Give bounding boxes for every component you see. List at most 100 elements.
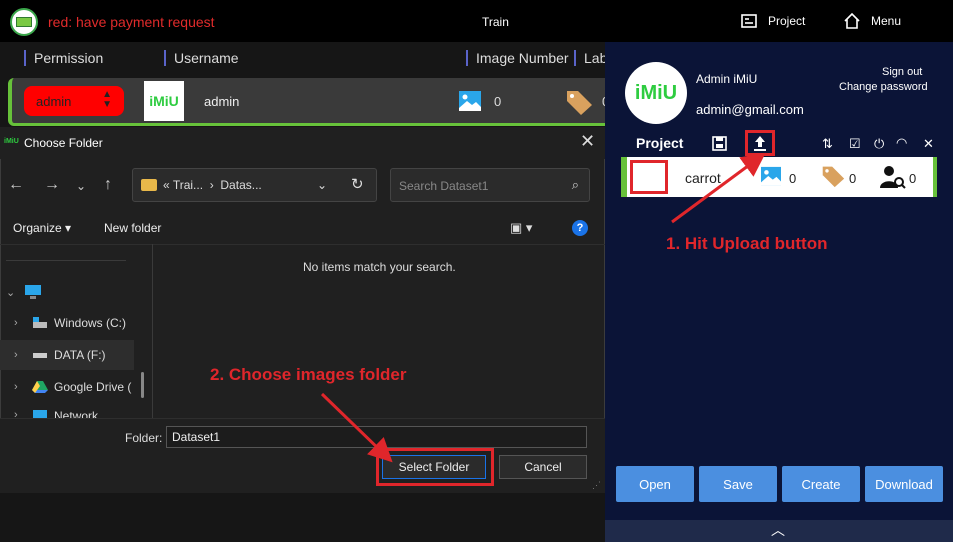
user-avatar: iMiU xyxy=(144,81,184,121)
column-username[interactable]: Username xyxy=(164,50,239,66)
search-placeholder: Search Dataset1 xyxy=(399,179,489,193)
image-icon xyxy=(761,166,781,186)
nav-menu[interactable]: Menu xyxy=(843,12,901,30)
refresh-icon[interactable]: ↻ xyxy=(351,175,364,193)
dialog-app-icon: iMiU xyxy=(4,138,19,145)
expand-chevron-icon: ⌄ xyxy=(6,286,16,299)
column-label[interactable]: Lab xyxy=(574,50,607,66)
tree-label-windows: Windows (C:) xyxy=(54,316,127,330)
sync-icon[interactable]: ⇅ xyxy=(822,136,833,152)
nav-project[interactable]: Project xyxy=(740,12,805,30)
folder-label: Folder: xyxy=(125,431,163,445)
annotation-step-1: 1. Hit Upload button xyxy=(666,234,828,253)
permission-select[interactable]: admin ▲ ▼ xyxy=(24,86,124,116)
tree-label-network: Network xyxy=(54,409,99,418)
project-select-checkbox[interactable] xyxy=(630,160,668,194)
checkbox-icon[interactable]: ☑ xyxy=(849,136,861,152)
breadcrumb-2[interactable]: Datas... xyxy=(220,178,261,192)
save-button[interactable]: Save xyxy=(699,466,777,502)
tree-item-data-f[interactable]: › DATA (F:) xyxy=(14,348,106,362)
forward-arrow-icon[interactable]: → xyxy=(44,176,60,194)
profile-name: Admin iMiU xyxy=(696,72,758,86)
google-drive-icon xyxy=(32,381,48,393)
tree-item-windows-c[interactable]: › Windows (C:) xyxy=(14,316,126,330)
project-name: carrot xyxy=(685,170,721,186)
help-icon[interactable]: ? xyxy=(572,220,588,236)
money-icon xyxy=(16,17,32,27)
change-password-link[interactable]: Change password xyxy=(839,81,928,93)
select-folder-highlight-box xyxy=(376,448,494,486)
sign-out-link[interactable]: Sign out xyxy=(882,66,922,78)
search-icon: ⌕ xyxy=(571,177,579,192)
tree-label-google-drive: Google Drive ( xyxy=(54,380,132,394)
chevron-up-icon[interactable]: ︿ xyxy=(771,520,785,540)
save-icon[interactable] xyxy=(712,136,727,151)
permission-value: admin xyxy=(36,93,72,109)
up-down-icon: ▲ ▼ xyxy=(102,89,112,110)
mode-title: Train xyxy=(482,15,509,29)
address-bar[interactable]: « Trai... › Datas... ⌄ ↻ xyxy=(132,168,377,202)
network-icon xyxy=(33,410,47,418)
collapse-chevron-icon: › xyxy=(14,381,18,393)
collapse-chevron-icon: › xyxy=(14,317,18,329)
folder-icon xyxy=(141,179,157,191)
row-image-count: 0 xyxy=(494,94,502,109)
project-section-title: Project xyxy=(636,135,684,151)
computer-icon xyxy=(25,285,41,299)
dialog-title: Choose Folder xyxy=(24,136,103,150)
row-username: admin xyxy=(204,94,240,109)
breadcrumb-1[interactable]: Trai... xyxy=(173,178,203,192)
view-options-icon[interactable]: ▣ ▾ xyxy=(510,220,532,236)
resize-grip-icon[interactable]: ⋰ xyxy=(592,480,601,491)
project-label-count: 0 xyxy=(849,171,857,186)
empty-results-message: No items match your search. xyxy=(303,260,456,274)
column-image-number[interactable]: Image Number xyxy=(466,50,569,66)
nav-project-label: Project xyxy=(768,14,806,28)
address-prefix: « xyxy=(163,178,170,192)
headset-icon[interactable]: ◠ xyxy=(896,135,907,151)
tag-icon xyxy=(822,166,845,188)
back-arrow-icon[interactable]: ← xyxy=(8,176,24,194)
power-icon[interactable]: ⏻ xyxy=(874,136,884,152)
tree-scrollbar[interactable] xyxy=(141,372,144,398)
create-button[interactable]: Create xyxy=(782,466,860,502)
address-dropdown-icon[interactable]: ⌄ xyxy=(317,178,327,192)
collapse-chevron-icon: › xyxy=(14,349,18,361)
new-folder-button[interactable]: New folder xyxy=(104,221,161,235)
download-button[interactable]: Download xyxy=(865,466,943,502)
project-image-count: 0 xyxy=(789,171,797,186)
cancel-button[interactable]: Cancel xyxy=(499,455,587,479)
tree-item-this-pc[interactable]: ⌄ xyxy=(6,284,42,300)
drive-icon xyxy=(33,353,47,358)
organize-menu[interactable]: Organize ▾ xyxy=(13,221,71,235)
user-search-icon xyxy=(880,166,906,189)
upload-highlight-box xyxy=(745,130,775,156)
tree-item-network[interactable]: › Network xyxy=(14,409,98,418)
column-permission[interactable]: Permission xyxy=(24,50,103,66)
pane-divider[interactable] xyxy=(152,244,153,418)
up-arrow-icon[interactable]: ↑ xyxy=(104,176,112,194)
image-icon xyxy=(459,91,481,111)
project-icon xyxy=(741,14,757,28)
folder-input[interactable]: Dataset1 xyxy=(166,426,587,448)
close-panel-icon[interactable]: ✕ xyxy=(923,136,934,152)
drive-icon xyxy=(33,317,47,328)
payment-notice: red: have payment request xyxy=(48,14,215,30)
home-icon xyxy=(844,12,860,29)
nav-menu-label: Menu xyxy=(871,14,902,28)
search-field[interactable]: Search Dataset1 ⌕ xyxy=(390,168,590,202)
breadcrumb-separator: › xyxy=(209,178,214,192)
tag-icon xyxy=(567,91,592,115)
app-logo[interactable] xyxy=(10,8,38,36)
tree-label-data: DATA (F:) xyxy=(54,348,106,362)
project-user-count: 0 xyxy=(909,171,917,186)
collapse-chevron-icon: › xyxy=(14,409,18,418)
dialog-close-icon[interactable]: ✕ xyxy=(580,132,595,150)
address-path: « Trai... › Datas... xyxy=(163,178,262,192)
open-button[interactable]: Open xyxy=(616,466,694,502)
toolbar-divider xyxy=(0,244,605,245)
tree-divider xyxy=(6,260,126,261)
dialog-titlebar: iMiU Choose Folder xyxy=(0,127,605,159)
recent-chevron-icon[interactable]: ⌄ xyxy=(76,179,86,193)
tree-item-google-drive[interactable]: › Google Drive ( xyxy=(14,380,131,394)
